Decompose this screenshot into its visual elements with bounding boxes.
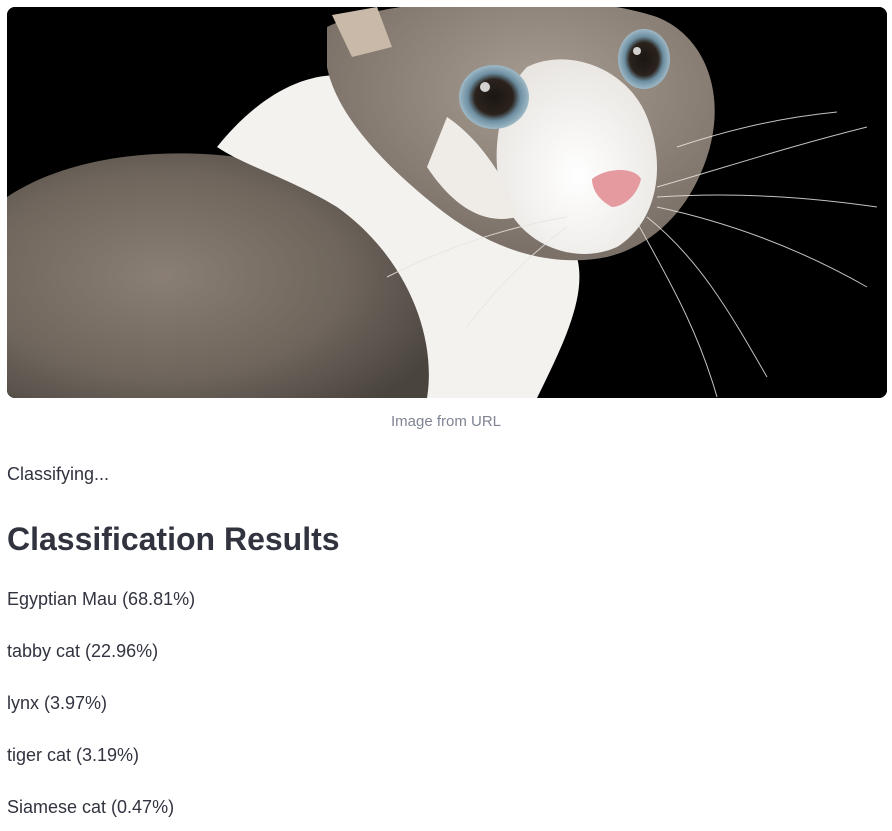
results-list: Egyptian Mau (68.81%) tabby cat (22.96%)… bbox=[7, 588, 195, 831]
results-heading: Classification Results bbox=[7, 521, 340, 557]
result-item: tiger cat (3.19%) bbox=[7, 745, 140, 765]
result-item: Siamese cat (0.47%) bbox=[7, 797, 175, 817]
classified-image bbox=[7, 7, 887, 398]
result-item: Egyptian Mau (68.81%) bbox=[7, 589, 196, 609]
status-text: Classifying... bbox=[7, 464, 110, 484]
app-page: Image from URL Classifying... Classifica… bbox=[0, 0, 892, 831]
result-item: tabby cat (22.96%) bbox=[7, 641, 159, 661]
result-item: lynx (3.97%) bbox=[7, 693, 108, 713]
image-caption: Image from URL bbox=[390, 413, 502, 430]
cat-photo bbox=[7, 7, 887, 398]
